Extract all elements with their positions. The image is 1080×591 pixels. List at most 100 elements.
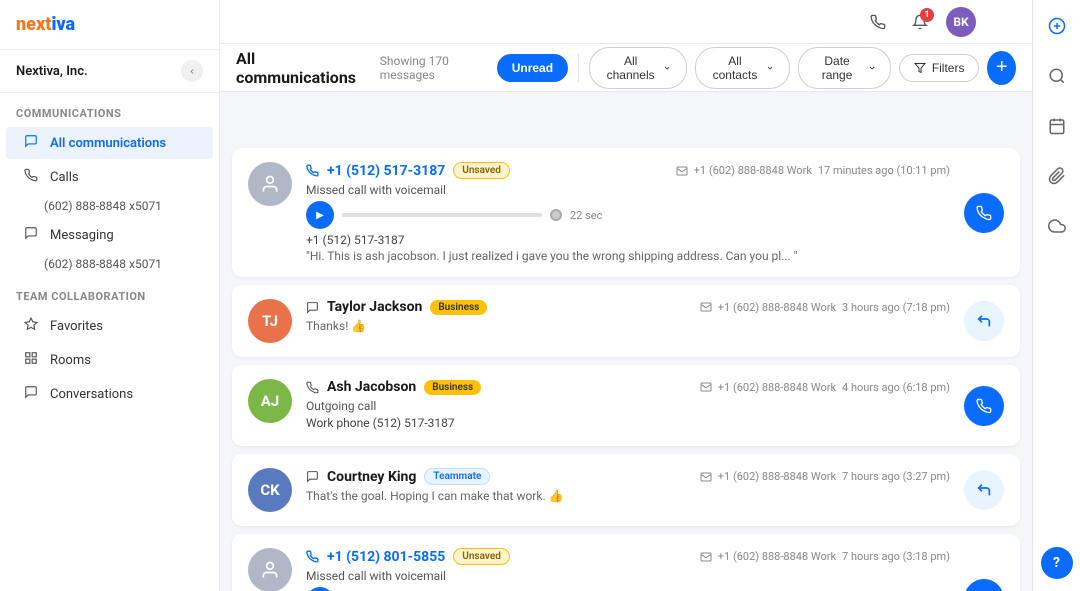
call-action-btn-5[interactable]: [964, 579, 1004, 591]
chat-type-icon-2: [306, 301, 319, 314]
sidebar-item-rooms-label: Rooms: [50, 353, 91, 368]
chat-type-icon-4: [306, 470, 319, 483]
sidebar-item-favorites[interactable]: Favorites: [6, 310, 213, 342]
channels-filter-btn[interactable]: All channels: [589, 47, 687, 89]
message-card-2[interactable]: TJ Taylor Jackson Business +1 (602) 888-…: [232, 285, 1020, 357]
notification-badge: 1: [920, 8, 934, 22]
msg-meta-time-2: 3 hours ago (7:18 pm): [842, 301, 950, 314]
company-name-row[interactable]: Nextiva, Inc. ‹: [0, 50, 219, 93]
filters-btn[interactable]: Filters: [899, 54, 980, 82]
msg-meta-number-1: +1 (602) 888-8848 Work: [694, 164, 812, 177]
sidebar-item-all-communications[interactable]: All communications: [6, 127, 213, 159]
msg-body-3: Ash Jacobson Business +1 (602) 888-8848 …: [306, 379, 950, 432]
msg-meta-number-3: +1 (602) 888-8848 Work: [718, 381, 836, 394]
msg-name-3: Ash Jacobson: [327, 379, 416, 395]
phone-icon: [22, 168, 40, 186]
notifications-btn[interactable]: 1: [904, 6, 936, 38]
user-avatar[interactable]: BK: [946, 7, 976, 37]
msg-meta-time-4: 7 hours ago (3:27 pm): [842, 470, 950, 483]
rooms-icon: [22, 351, 40, 369]
sidebar-item-conversations-label: Conversations: [50, 387, 133, 402]
sidebar-item-conversations[interactable]: Conversations: [6, 378, 213, 410]
msg-phone-3: Work phone (512) 517-3187: [306, 416, 950, 430]
avatar-msg1: [248, 162, 292, 206]
sidebar-item-messaging[interactable]: Messaging: [6, 219, 213, 251]
global-header: 1 BK: [220, 0, 1032, 44]
sidebar-item-all-communications-label: All communications: [50, 136, 166, 151]
msg-meta-number-4: +1 (602) 888-8848 Work: [718, 470, 836, 483]
reply-action-btn-4[interactable]: [964, 470, 1004, 510]
phone-type-icon-1: [306, 164, 319, 177]
sidebar-item-rooms[interactable]: Rooms: [6, 344, 213, 376]
rail-cloud-btn[interactable]: [1041, 210, 1073, 242]
device-icon-3: [700, 381, 712, 393]
play-btn-5[interactable]: ▶: [306, 587, 334, 591]
sidebar-item-calls[interactable]: Calls: [6, 161, 213, 193]
msg-type-3: Outgoing call: [306, 399, 950, 413]
device-icon-1: [676, 165, 688, 177]
sidebar-subitem-messaging-number: (602) 888-8848 x5071: [0, 252, 219, 276]
play-btn-1[interactable]: ▶: [306, 201, 334, 229]
msg-name-1: +1 (512) 517-3187: [327, 163, 445, 179]
msg-body-5: +1 (512) 801-5855 Unsaved +1 (602) 888-8…: [306, 548, 950, 591]
help-btn[interactable]: ?: [1041, 547, 1073, 579]
device-icon-5: [700, 551, 712, 563]
msg-type-5: Missed call with voicemail: [306, 569, 950, 583]
avatar-msg3: AJ: [248, 379, 292, 423]
message-card-3[interactable]: AJ Ash Jacobson Business +1 (602) 888-88…: [232, 365, 1020, 446]
date-filter-btn[interactable]: Date range: [798, 47, 891, 89]
msg-preview-2: Thanks! 👍: [306, 319, 950, 333]
logo-iva: iva: [51, 14, 75, 35]
device-icon-4: [700, 471, 712, 483]
toolbar: All communications Showing 170 messages …: [220, 44, 1032, 92]
logo-area: nextiva: [0, 0, 219, 50]
msg-name-2: Taylor Jackson: [327, 299, 422, 315]
page-title: All communications: [236, 49, 368, 87]
msg-type-1: Missed call with voicemail: [306, 183, 950, 197]
msg-badge-1: Unsaved: [453, 162, 510, 179]
rail-calendar-btn[interactable]: [1041, 110, 1073, 142]
msg-body-2: Taylor Jackson Business +1 (602) 888-884…: [306, 299, 950, 333]
contacts-filter-btn[interactable]: All contacts: [695, 47, 790, 89]
reply-action-btn-2[interactable]: [964, 301, 1004, 341]
conversations-icon: [22, 385, 40, 403]
divider: [578, 54, 579, 82]
msg-meta-time-5: 7 hours ago (3:18 pm): [842, 550, 950, 563]
compose-btn[interactable]: +: [987, 51, 1016, 85]
right-icon-rail: ?: [1032, 0, 1080, 591]
message-card-1[interactable]: +1 (512) 517-3187 Unsaved +1 (602) 888-8…: [232, 148, 1020, 277]
msg-badge-2: Business: [430, 300, 487, 315]
logo-next: next: [16, 14, 51, 35]
message-card-5[interactable]: +1 (512) 801-5855 Unsaved +1 (602) 888-8…: [232, 534, 1020, 591]
phone-type-icon-3: [306, 381, 319, 394]
call-action-btn-3[interactable]: [964, 386, 1004, 426]
msg-meta-number-2: +1 (602) 888-8848 Work: [718, 301, 836, 314]
showing-count: Showing 170 messages: [380, 54, 497, 82]
sidebar-subitem-calls-number: (602) 888-8848 x5071: [0, 194, 219, 218]
audio-bar-1[interactable]: [342, 213, 542, 217]
audio-row-1: ▶ 22 sec: [306, 201, 950, 229]
help-icon: ?: [1053, 555, 1060, 571]
rail-search-btn[interactable]: [1041, 60, 1073, 92]
msg-body-4: Courtney King Teammate +1 (602) 888-8848…: [306, 468, 950, 503]
msg-badge-5: Unsaved: [453, 548, 510, 565]
msg-badge-3: Business: [424, 380, 481, 395]
chat-icon: [22, 134, 40, 152]
logo: nextiva: [16, 14, 75, 35]
unread-filter-btn[interactable]: Unread: [497, 54, 568, 82]
audio-dot-1: [550, 209, 562, 221]
call-action-btn-1[interactable]: [964, 193, 1004, 233]
phone-header-btn[interactable]: [862, 6, 894, 38]
msg-meta-time-3: 4 hours ago (6:18 pm): [842, 381, 950, 394]
avatar-msg2: TJ: [248, 299, 292, 343]
msg-preview-4: That's the goal. Hoping I can make that …: [306, 489, 950, 503]
message-list: +1 (512) 517-3187 Unsaved +1 (602) 888-8…: [220, 136, 1032, 591]
message-card-4[interactable]: CK Courtney King Teammate +1 (602) 888-8…: [232, 454, 1020, 526]
rail-compose-btn[interactable]: [1041, 10, 1073, 42]
avatar-msg4: CK: [248, 468, 292, 512]
device-icon-2: [700, 301, 712, 313]
sidebar-item-favorites-label: Favorites: [50, 319, 103, 334]
audio-row-5: ▶ 23 sec: [306, 587, 950, 591]
collapse-button[interactable]: ‹: [181, 60, 203, 82]
rail-attachment-btn[interactable]: [1041, 160, 1073, 192]
